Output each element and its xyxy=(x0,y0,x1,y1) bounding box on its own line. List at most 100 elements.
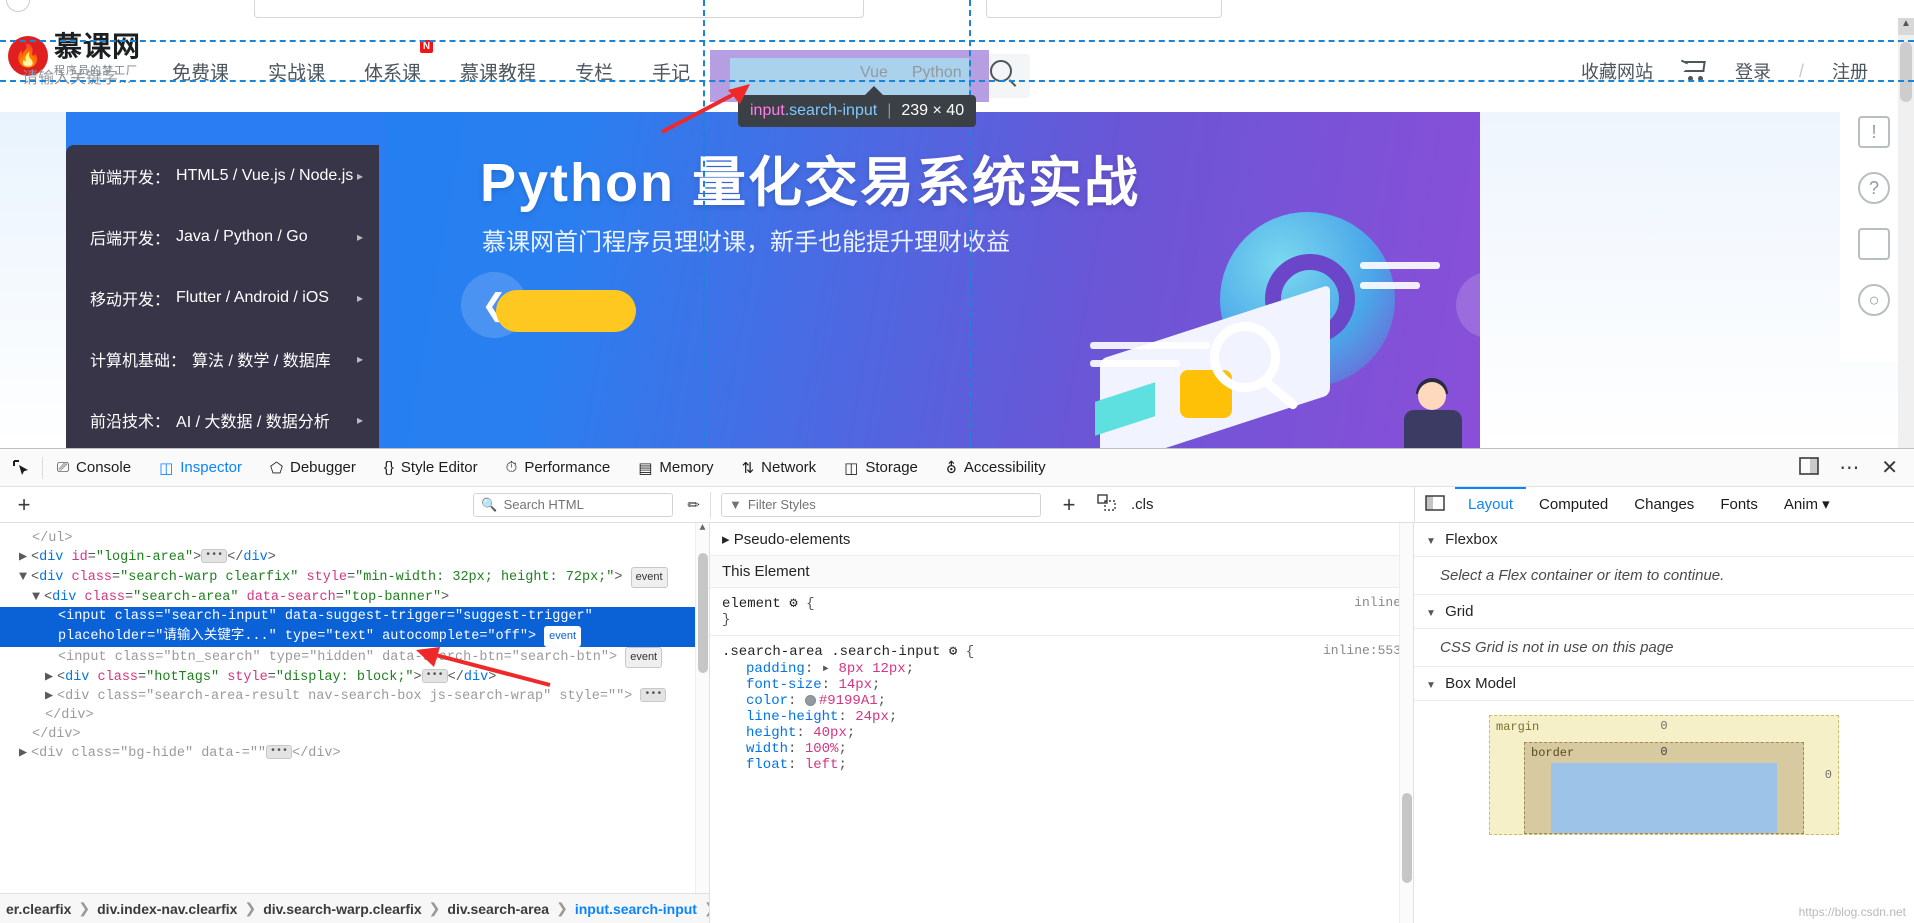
markup-line-selected[interactable]: <input class="search-input" data-suggest… xyxy=(0,607,709,626)
nav-item-column[interactable]: 专栏 xyxy=(575,58,613,85)
markup-line[interactable]: ▶ <div class="search-area-result nav-sear… xyxy=(0,687,709,706)
hot-tag-vue[interactable]: Vue xyxy=(860,64,888,82)
category-item-cs[interactable]: 计算机基础： 算法 / 数学 / 数据库 ▸ xyxy=(66,328,379,389)
login-link[interactable]: 登录 xyxy=(1735,58,1771,84)
split-console-icon[interactable] xyxy=(1799,456,1820,479)
search-input[interactable]: 请输入关键字... xyxy=(22,64,131,88)
box-model-margin-right[interactable]: 0 xyxy=(1825,768,1832,782)
markup-line-selected[interactable]: placeholder="请输入关键字..." type="text" auto… xyxy=(0,626,709,647)
register-link[interactable]: 注册 xyxy=(1832,58,1868,84)
markup-line[interactable]: ▼ <div class="search-warp clearfix" style… xyxy=(0,567,709,588)
filter-styles-input[interactable]: ▼ Filter Styles xyxy=(721,492,1041,517)
search-input-rule[interactable]: inline:553 .search-area .search-input ⚙ … xyxy=(710,636,1413,780)
toggle-sidebar-icon[interactable] xyxy=(1415,494,1455,515)
close-devtools-icon[interactable]: ✕ xyxy=(1881,455,1898,480)
boxmodel-section-header[interactable]: ▼ Box Model xyxy=(1414,667,1914,701)
scrollbar-thumb[interactable] xyxy=(1900,42,1912,102)
page-scrollbar[interactable]: ▲ xyxy=(1898,18,1914,448)
rules-view[interactable]: ▸ Pseudo-elements This Element inline el… xyxy=(710,523,1414,923)
breadcrumb-item[interactable]: div.index-nav.clearfix xyxy=(97,901,237,917)
tab-computed[interactable]: Computed xyxy=(1526,487,1621,523)
markup-line[interactable]: </div> xyxy=(0,725,709,744)
banner-cta-button[interactable] xyxy=(496,290,636,332)
add-node-button[interactable]: + xyxy=(10,492,38,518)
markup-line[interactable]: <input class="btn_search" type="hidden" … xyxy=(0,647,709,668)
nav-item-practical[interactable]: 实战课 xyxy=(268,58,325,85)
tab-storage[interactable]: ◫ Storage xyxy=(830,449,932,487)
help-icon[interactable]: ? xyxy=(1858,172,1890,204)
scroll-up-arrow[interactable]: ▲ xyxy=(1898,18,1914,35)
breadcrumb-item[interactable]: div.search-area xyxy=(447,901,549,917)
tab-animations[interactable]: Anim ▾ xyxy=(1771,487,1843,523)
favorite-site-link[interactable]: 收藏网站 xyxy=(1581,58,1653,84)
more-options-icon[interactable]: ⋯ xyxy=(1839,455,1861,480)
tab-layout[interactable]: Layout xyxy=(1455,487,1526,523)
box-model-diagram[interactable]: margin 0 0 border 0 xyxy=(1489,715,1839,835)
cls-button[interactable]: .cls xyxy=(1131,496,1154,513)
hot-tag-python[interactable]: Python xyxy=(912,64,962,82)
box-model-border-top[interactable]: 0 xyxy=(1660,745,1667,759)
markup-line[interactable]: </ul> xyxy=(0,529,709,548)
nav-item-tutorial[interactable]: 慕课教程 xyxy=(460,58,536,85)
flexbox-section-header[interactable]: ▼ Flexbox xyxy=(1414,523,1914,557)
tab-changes[interactable]: Changes xyxy=(1621,487,1707,523)
css-declaration[interactable]: float: left; xyxy=(722,757,1401,773)
markup-line[interactable]: ▶ <div id="login-area"> ••• </div> xyxy=(0,548,709,567)
markup-line[interactable]: ▶ <div class="bg-hide" data-="" ••• </div> xyxy=(0,744,709,763)
breadcrumb-item[interactable]: input.search-input xyxy=(575,901,697,917)
markup-scroll-thumb[interactable] xyxy=(698,553,708,673)
css-value[interactable]: 14px xyxy=(838,677,872,693)
markup-scrollbar[interactable]: ▲ xyxy=(695,523,709,923)
element-inline-rule[interactable]: inline element ⚙ { } xyxy=(710,588,1413,636)
category-item-backend[interactable]: 后端开发： Java / Python / Go ▸ xyxy=(66,206,379,267)
tab-inspector[interactable]: ◫ Inspector xyxy=(145,449,256,487)
tab-style-editor[interactable]: {} Style Editor xyxy=(370,449,492,487)
category-item-mobile[interactable]: 移动开发： Flutter / Android / iOS ▸ xyxy=(66,267,379,328)
breadcrumb-item[interactable]: div.search-warp.clearfix xyxy=(263,901,421,917)
search-button[interactable] xyxy=(990,60,1026,90)
shopping-cart-icon[interactable] xyxy=(1680,59,1707,81)
css-declaration[interactable]: color: #9199A1; xyxy=(722,693,1401,709)
tab-accessibility[interactable]: ⛢ Accessibility xyxy=(932,449,1060,487)
markup-view[interactable]: </ul> ▶ <div id="login-area"> ••• </div> ▼ <di… xyxy=(0,523,710,923)
color-swatch[interactable] xyxy=(804,694,816,706)
rule-target-icon[interactable]: ⚙ xyxy=(789,596,806,612)
css-value[interactable]: left xyxy=(805,757,839,773)
element-picker-icon[interactable] xyxy=(0,458,42,478)
breadcrumb-item[interactable]: er.clearfix xyxy=(6,901,71,917)
css-value[interactable]: #9199A1 xyxy=(819,693,878,709)
nav-item-system[interactable]: 体系课 N xyxy=(364,40,434,85)
css-value[interactable]: 24px xyxy=(855,709,889,725)
markup-line[interactable]: </div> xyxy=(0,706,709,725)
markup-line[interactable]: ▶ <div class="hotTags" style="display: bl… xyxy=(0,668,709,687)
tab-performance[interactable]: ⏱ Performance xyxy=(492,449,625,487)
tab-console[interactable]: ⎚ Console xyxy=(43,449,145,487)
css-declaration[interactable]: font-size: 14px; xyxy=(722,677,1401,693)
pseudo-elements-row[interactable]: ▸ Pseudo-elements xyxy=(710,523,1413,556)
add-rule-button[interactable]: + xyxy=(1055,492,1083,518)
css-declaration[interactable]: padding: ▸ 8px 12px; xyxy=(722,660,1401,677)
category-item-frontend[interactable]: 前端开发： HTML5 / Vue.js / Node.js ▸ xyxy=(66,145,379,206)
css-declaration[interactable]: height: 40px; xyxy=(722,725,1401,741)
category-item-frontier[interactable]: 前沿技术： AI / 大数据 / 数据分析 ▸ xyxy=(66,389,379,448)
tab-debugger[interactable]: ⬠ Debugger xyxy=(256,449,370,487)
tab-network[interactable]: ⇅ Network xyxy=(728,449,831,487)
rule-target-icon[interactable]: ⚙ xyxy=(949,644,966,660)
css-declaration[interactable]: line-height: 24px; xyxy=(722,709,1401,725)
rules-scrollbar[interactable] xyxy=(1399,523,1413,923)
eyedropper-icon[interactable]: ✏ xyxy=(687,496,700,514)
markup-scroll-up[interactable]: ▲ xyxy=(696,523,709,534)
tab-memory[interactable]: ▤ Memory xyxy=(624,449,727,487)
css-value[interactable]: 8px 12px xyxy=(838,661,905,677)
css-value[interactable]: 100% xyxy=(805,741,839,757)
tab-fonts[interactable]: Fonts xyxy=(1707,487,1771,523)
box-model-margin-top[interactable]: 0 xyxy=(1660,719,1667,733)
print-media-icon[interactable] xyxy=(1097,493,1117,516)
grid-section-header[interactable]: ▼ Grid xyxy=(1414,595,1914,629)
rules-scroll-thumb[interactable] xyxy=(1402,793,1412,883)
mobile-icon[interactable] xyxy=(1858,228,1890,260)
css-declaration[interactable]: width: 100%; xyxy=(722,741,1401,757)
nav-item-free[interactable]: 免费课 xyxy=(172,58,229,85)
chat-icon[interactable]: ○ xyxy=(1858,284,1890,316)
search-html-input[interactable]: 🔍 Search HTML xyxy=(473,492,674,517)
